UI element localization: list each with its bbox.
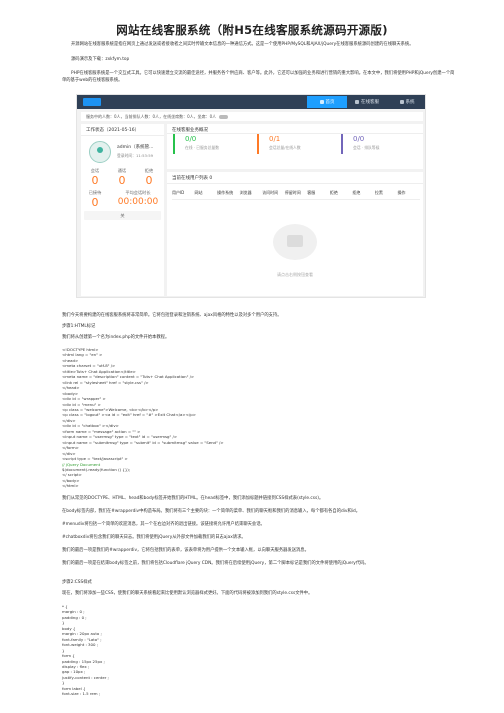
- column-header[interactable]: 拒绝: [352, 190, 375, 199]
- html-code-block: <!DOCTYPE html> <html lang = "en" > <hea…: [62, 347, 457, 489]
- status-toggle[interactable]: [219, 114, 229, 119]
- close-button[interactable]: 关: [84, 211, 161, 220]
- tab-label: 首页: [325, 100, 335, 105]
- stat-value-avg-duration: 00:00:00: [117, 197, 159, 207]
- explain-paragraph-4: #chatboxdiv将包含我们的聊天日志。我们将使用jQuery从外部文件加载…: [62, 535, 246, 540]
- work-status-panel: 工作状态（2021-05-16） admin（系统管... 登录时间：11:53…: [81, 124, 164, 296]
- tab-label: 在线客服: [361, 100, 379, 105]
- intro-paragraph-2: 源码演示及下载：zxkfym.top: [71, 57, 130, 62]
- stat-color-bar: [173, 134, 175, 154]
- home-icon: [319, 100, 324, 104]
- body-paragraph-1: 我们今天将要构建的在线客服系统将非常简单。它将包括登录和注销系统、ajax风格的…: [62, 313, 282, 318]
- css-code-block: * { margin : 0 ; padding : 0 ; } body { …: [62, 604, 457, 697]
- column-header[interactable]: 操作系统: [217, 190, 240, 199]
- explain-paragraph-6: 我们的最后一项是在结束body标签之前，我们将包括Cloudflare jQue…: [62, 561, 369, 566]
- column-header[interactable]: 拒绝: [330, 190, 353, 199]
- column-header[interactable]: 用户ID: [172, 190, 195, 199]
- column-header[interactable]: 访问时间: [262, 190, 285, 199]
- stat-value-reject: 0: [145, 174, 153, 187]
- stat-number: 0/0: [185, 135, 197, 143]
- overview-stat-sessions: 0/1 会话总量/在线人数: [257, 134, 337, 154]
- agent-name: admin（系统管...: [117, 145, 154, 150]
- stat-value-received: 0: [91, 196, 99, 209]
- divider: [81, 135, 164, 136]
- step1-heading: 步骤1:HTML标记: [62, 324, 96, 329]
- stat-label-avg-duration: 平均会话时长: [125, 190, 151, 195]
- stat-label: 在线 · 已服务总量数: [185, 145, 219, 150]
- page-title: 网站在线客服系统（附H5在线客服系统源码开源版): [116, 23, 388, 37]
- logo: [83, 98, 101, 106]
- code-line: </html>: [62, 483, 79, 489]
- document-page: 网站在线客服系统（附H5在线客服系统源码开源版) 开源网站在线客服系统是指在网页…: [0, 0, 504, 713]
- explain-paragraph-5: 我们的最后一项是我们的#wrapperdiv，它将包括我们的表单，该表单将为用户…: [62, 548, 309, 553]
- stat-number: 0/1: [269, 135, 281, 143]
- avatar: [89, 141, 111, 163]
- gear-icon: [399, 100, 404, 104]
- step2-paragraph: 现在，我们将添加一些CSS，使我们的聊天系统看起来比使用默认浏览器样式更好。下面…: [62, 591, 313, 596]
- intro-paragraph-3: PHP在线客服系统是一个交互式工具。它可以快速建立交流的最佳途径，并服务各个供应…: [62, 71, 455, 83]
- column-header[interactable]: 停留时间: [285, 190, 308, 199]
- divider: [172, 199, 420, 200]
- overview-panel: 在线客服业务概况 0/0 在线 · 已服务总量数 0/1 会话总量/在线人数 0…: [167, 124, 423, 169]
- stat-number: 0/0: [353, 135, 365, 143]
- body-paragraph-2: 我们将从创建第一个名为index.php的文件开始本教程。: [62, 335, 170, 340]
- explain-paragraph-2: 在body标签内部，我们在#wrapperdiv中构造布局。我们将有三个主要的块…: [62, 509, 360, 514]
- tab-home[interactable]: 首页: [307, 96, 347, 108]
- intro-paragraph-1: 开源网站在线客服系统是指在网页上通过发送或者接收者之间实时传输文本信息的一种通信…: [71, 42, 414, 47]
- column-header[interactable]: 浏览器: [240, 190, 263, 199]
- login-time: 登录时间：11:53:59: [117, 153, 154, 158]
- step2-heading: 步骤2:CSS样式: [62, 580, 92, 585]
- overview-stat-queue: 0/0 会话 · 排队等候: [341, 134, 421, 154]
- empty-state-icon: [273, 224, 317, 260]
- stat-color-bar: [257, 134, 259, 154]
- explain-paragraph-3: #menudiv将包括一个简单的欢迎消息，其一个在右边对齐的退出链接。该链接将允…: [62, 522, 265, 527]
- column-header[interactable]: 拉黑: [375, 190, 398, 199]
- work-status-title: 工作状态（2021-05-16）: [86, 128, 140, 133]
- divider: [167, 183, 423, 184]
- table-header: 用户ID 网站 操作系统 浏览器 访问时间 停留时间 客服 拒绝 拒绝 拉黑 操…: [172, 190, 420, 199]
- stat-label: 会话总量/在线人数: [269, 145, 301, 150]
- column-header[interactable]: 操作: [397, 190, 420, 199]
- tab-label: 系统: [405, 100, 415, 105]
- tab-system[interactable]: 系统: [387, 96, 425, 108]
- code-line: font-size : 1.5 rem ;: [62, 691, 101, 697]
- close-button-label: 关: [120, 212, 125, 218]
- stat-value-session: 0: [91, 174, 99, 187]
- status-infobar: 服务中的人数：0人，当前排队人数：0人，在线坐席数：0人，坐席：0人: [81, 112, 423, 121]
- empty-state-text: 请点击右侧按钮查看: [277, 272, 313, 277]
- tab-chat[interactable]: 在线客服: [347, 96, 387, 108]
- explain-paragraph-1: 我们从常见的DOCTYPE、HTML、head和body标签开始我们的HTML。…: [62, 496, 324, 501]
- customer-service-dashboard-screenshot: 首页 在线客服 系统 服务中的人数：0人，当前排队人数：0人，在线坐席数：0人，…: [76, 94, 426, 298]
- overview-stat-served: 0/0 在线 · 已服务总量数: [173, 134, 253, 154]
- column-header[interactable]: 客服: [307, 190, 330, 199]
- infobar-text: 服务中的人数：0人，当前排队人数：0人，在线坐席数：0人，坐席：0人: [86, 113, 217, 119]
- online-users-title: 当前在线用户列表 0: [172, 176, 213, 181]
- admin-topbar: 首页 在线客服 系统: [77, 95, 425, 109]
- column-header[interactable]: 网站: [195, 190, 218, 199]
- online-users-panel: 当前在线用户列表 0 用户ID 网站 操作系统 浏览器 访问时间 停留时间 客服…: [167, 172, 423, 296]
- stat-label: 会话 · 排队等候: [353, 145, 380, 150]
- stat-value-call: 0: [118, 174, 126, 187]
- chat-icon: [355, 100, 359, 104]
- stat-color-bar: [341, 134, 343, 154]
